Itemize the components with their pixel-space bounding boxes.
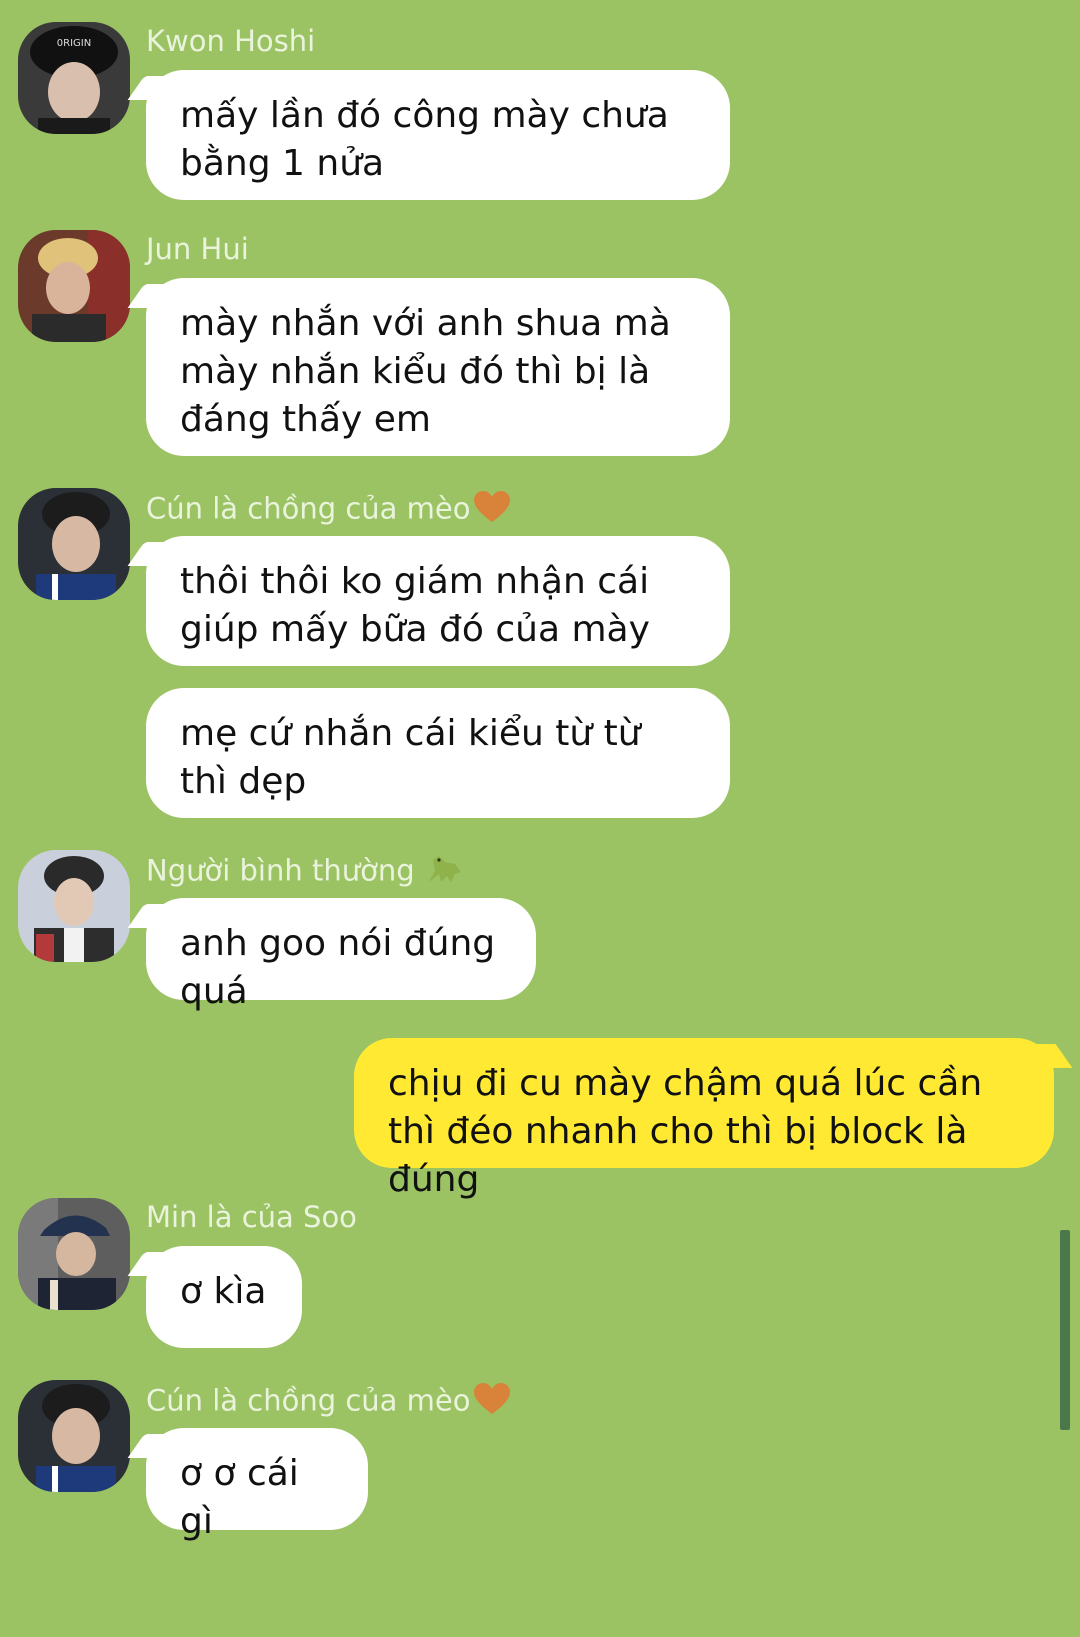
message-text: chịu đi cu mày chậm quá lúc cần thì đéo …	[388, 1063, 983, 1200]
message-bubble-outgoing[interactable]: chịu đi cu mày chậm quá lúc cần thì đéo …	[354, 1038, 1054, 1200]
avatar-image	[18, 230, 130, 342]
message-text: thôi thôi ko giám nhận cái giúp mấy bữa …	[180, 561, 650, 650]
sender-name: Cún là chồng của mèo	[146, 1382, 511, 1423]
chat-area: 0RIGIN Kwon Hoshi mấy lần đó công mày ch…	[0, 0, 1080, 1637]
avatar[interactable]: 0RIGIN	[18, 22, 130, 134]
message-text: anh goo nói đúng quá	[180, 923, 496, 1012]
message-text: mấy lần đó công mày chưa bằng 1 nửa	[180, 95, 669, 184]
avatar-image	[18, 488, 130, 600]
message-bubble[interactable]: ơ kìa	[146, 1246, 302, 1348]
orange-heart-icon	[473, 490, 511, 531]
message-text: mẹ cứ nhắn cái kiểu từ từ thì dẹp	[180, 713, 641, 802]
dinosaur-icon	[425, 852, 465, 893]
avatar-image	[18, 1198, 130, 1310]
sender-name: Cún là chồng của mèo	[146, 490, 511, 531]
sender-name: Kwon Hoshi	[146, 24, 316, 58]
message-text: ơ kìa	[180, 1271, 267, 1312]
message-text: mày nhắn với anh shua mà mày nhắn kiểu đ…	[180, 303, 671, 440]
message-bubble[interactable]: mày nhắn với anh shua mà mày nhắn kiểu đ…	[146, 278, 730, 456]
message-bubble[interactable]: mẹ cứ nhắn cái kiểu từ từ thì dẹp	[146, 688, 730, 818]
avatar[interactable]	[18, 488, 130, 600]
avatar-image	[18, 850, 130, 962]
sender-name: Jun Hui	[146, 232, 249, 266]
sender-name: Người bình thường	[146, 852, 465, 893]
message-bubble[interactable]: anh goo nói đúng quá	[146, 898, 536, 1012]
svg-text:0RIGIN: 0RIGIN	[57, 38, 91, 49]
avatar[interactable]	[18, 850, 130, 962]
message-bubble[interactable]: thôi thôi ko giám nhận cái giúp mấy bữa …	[146, 536, 730, 666]
sender-name: Min là của Soo	[146, 1200, 357, 1234]
orange-heart-icon	[473, 1382, 511, 1423]
avatar[interactable]	[18, 1380, 130, 1492]
message-text: ơ ơ cái gì	[180, 1453, 299, 1542]
avatar-image: 0RIGIN	[18, 22, 130, 134]
message-bubble[interactable]: ơ ơ cái gì	[146, 1428, 368, 1542]
avatar[interactable]	[18, 1198, 130, 1310]
message-bubble[interactable]: mấy lần đó công mày chưa bằng 1 nửa	[146, 70, 730, 200]
avatar-image	[18, 1380, 130, 1492]
avatar[interactable]	[18, 230, 130, 342]
scrollbar[interactable]	[1060, 1230, 1070, 1430]
